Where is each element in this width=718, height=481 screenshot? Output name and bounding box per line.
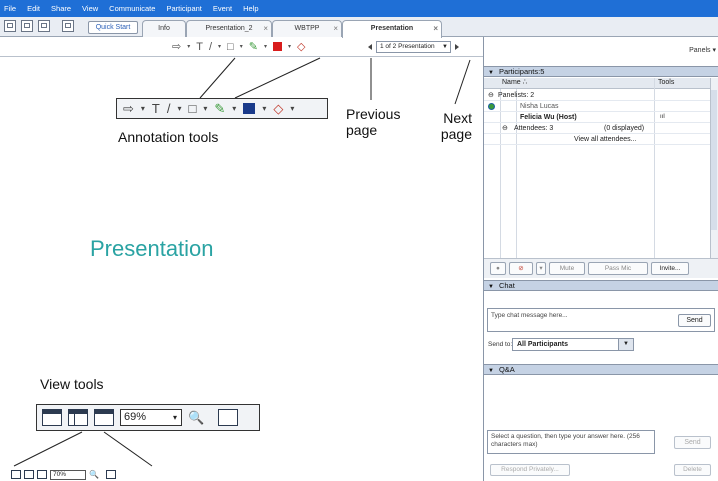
participant-name: Nisha Lucas [520,103,559,110]
chat-header[interactable]: ▼ Chat [484,280,718,291]
view-tools-caption: View tools [40,376,104,392]
magnifier-icon: 🔍 [188,409,205,425]
participant-toolbar: ● ⊘ ▾ Mute Pass Mic Invite... [484,258,718,278]
send-to-select[interactable]: All Participants [512,338,634,351]
collapse-icon[interactable]: ▼ [488,368,494,374]
pass-mic-button[interactable]: Pass Mic [588,262,648,275]
group-label: Attendees: 3 [514,125,554,132]
view-tools-callout: 69% ▾ 🔍 [36,404,260,431]
attendees-count: (0 displayed) [604,125,645,132]
chat-placeholder: Type chat message here... [491,312,568,319]
raise-hand-icon[interactable]: ● [490,262,506,275]
fit-page-icon[interactable] [37,470,47,479]
chevron-down-icon[interactable]: ▼ [618,339,633,350]
view-all-attendees-row[interactable]: View all attendees... [484,134,710,145]
text-tool-icon: T [151,101,160,116]
collapse-icon[interactable]: ▼ [488,70,494,76]
rectangle-tool-icon: □ [188,101,197,116]
chat-send-button[interactable]: Send [678,314,711,327]
chevron-down-icon: ▾ [262,104,267,113]
participants-title: Participants:5 [498,67,545,76]
status-icon [488,103,495,110]
line-tool-icon: / [166,101,171,116]
eraser-icon: ◇ [273,100,284,116]
panels-button[interactable]: Panels ▾ [689,46,716,54]
fit-page-icon [94,409,114,426]
chevron-down-icon: ▾ [177,104,182,113]
respond-privately-button[interactable]: Respond Privately... [490,464,570,476]
annotation-tools-callout: ⇨ ▾ T / ▾ □ ▾ ✎ ▾ ▾ ◇ ▾ [116,98,328,119]
emoticon-icon[interactable]: ⊘ [509,262,533,275]
panels-bar: Panels ▾ [484,37,718,65]
view-toolbar: 70% 🔍 [11,468,116,481]
column-name[interactable]: Name ∴ [502,78,527,88]
presentation-title: Presentation [90,236,214,261]
color-picker-icon [243,103,256,114]
zoom-value: 70% [53,470,67,478]
zoom-value: 69% [124,411,147,423]
chevron-down-icon: ▾ [203,104,208,113]
qa-answer-input[interactable]: Select a question, then type your answer… [487,430,655,454]
panelists-group-row[interactable]: ⊖ Panelists: 2 [484,90,710,101]
collapse-icon[interactable]: ⊖ [502,123,508,134]
thumbnail-view-icon [68,409,88,426]
zoom-select[interactable]: 70% [50,469,86,480]
group-label: Panelists: 2 [498,92,535,99]
qa-send-button[interactable]: Send [674,436,711,449]
view-all-attendees-link[interactable]: View all attendees... [574,134,637,145]
participants-header[interactable]: ▼ Participants:5 [484,66,718,77]
chevron-down-icon: ▾ [232,104,237,113]
attendees-group-row[interactable]: ⊖ Attendees: 3 (0 displayed) [484,123,710,134]
signal-icon: ııl [660,114,665,120]
participant-row[interactable]: Felicia Wu (Host) ııl [484,112,710,123]
send-to-value: All Participants [517,341,568,348]
collapse-icon[interactable]: ▼ [488,284,494,290]
chevron-down-icon: ▾ [290,104,295,113]
delete-button[interactable]: Delete [674,464,711,476]
scroll-thumb[interactable] [711,90,717,230]
participant-row[interactable]: Nisha Lucas [484,101,710,112]
rotate-page-icon[interactable] [105,470,116,479]
zoom-select: 69% ▾ [120,409,182,426]
qa-placeholder: Select a question, then type your answer… [491,433,640,448]
full-view-icon [42,409,62,426]
send-to-label: Send to: [488,341,513,348]
invite-button[interactable]: Invite... [651,262,689,275]
qa-header[interactable]: ▼ Q&A [484,364,718,375]
chevron-down-icon: ▾ [140,104,145,113]
participants-column-header: Name ∴ Tools [484,78,714,89]
mute-button[interactable]: Mute [549,262,585,275]
full-view-icon[interactable] [11,470,21,479]
highlighter-icon: ✎ [214,100,226,116]
pointer-icon: ⇨ [123,100,134,116]
chevron-down-icon[interactable]: ▾ [536,262,546,275]
thumbnail-view-icon[interactable] [24,470,34,479]
next-page-caption: Next page [440,110,472,142]
collapse-icon[interactable]: ⊖ [488,90,494,101]
magnifier-icon[interactable]: 🔍 [89,470,99,479]
annotation-tools-caption: Annotation tools [118,129,219,145]
chat-title: Chat [498,281,515,290]
previous-page-caption: Previous page [346,106,401,138]
qa-title: Q&A [498,365,515,374]
chevron-down-icon: ▾ [172,413,177,422]
rotate-page-icon [218,409,239,426]
column-tools[interactable]: Tools [658,78,674,88]
participant-name: Felicia Wu (Host) [520,114,577,121]
